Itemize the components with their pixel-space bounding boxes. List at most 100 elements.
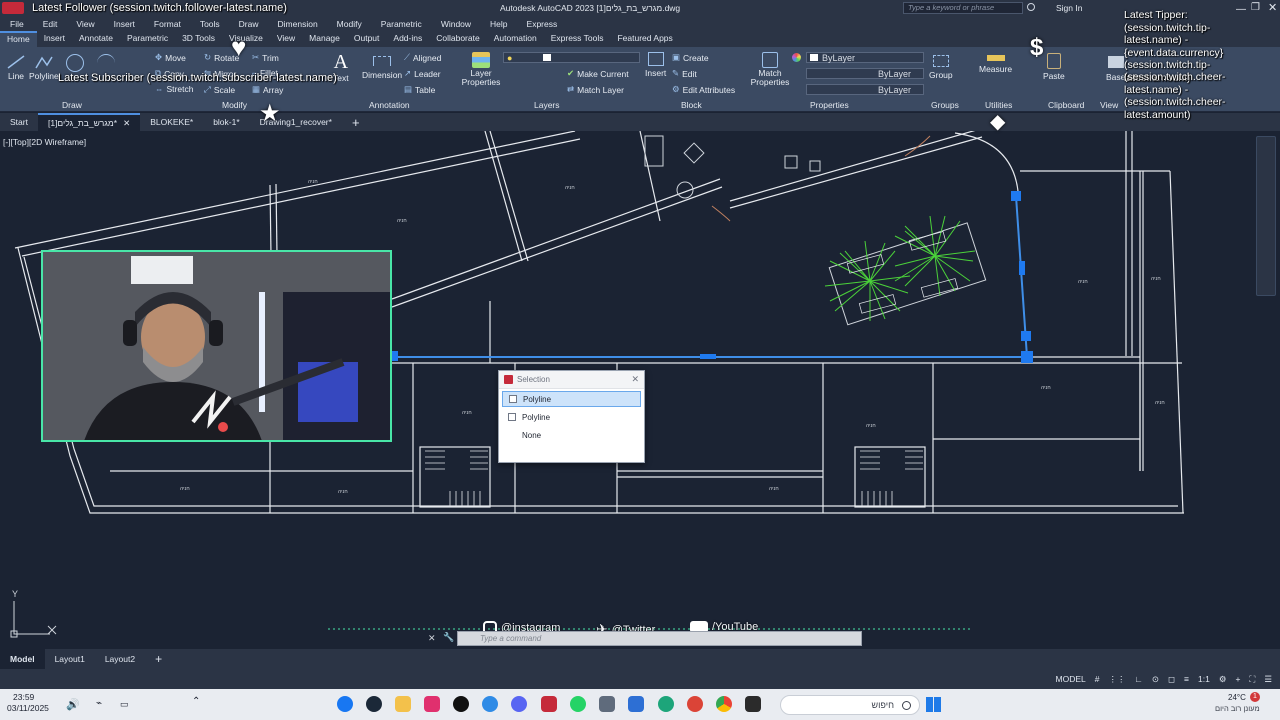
polar-icon[interactable]: ⊙ [1152,674,1159,685]
command-close-icon[interactable]: ✕ [428,633,436,644]
weather-description[interactable]: מעונן רוב היום [1215,704,1260,713]
store-icon[interactable] [628,696,644,712]
customize-icon[interactable]: ☰ [1264,674,1272,685]
sign-in-link[interactable]: Sign In [1056,3,1082,13]
clock-time[interactable]: 23:59 [13,692,34,702]
osnap-icon[interactable]: ◻ [1168,674,1175,685]
trim-button[interactable]: ✂ Trim [252,52,279,63]
stretch-button[interactable]: ⇔ Stretch [155,84,193,94]
ortho-icon[interactable]: ∟ [1135,674,1143,684]
tab-automation[interactable]: Automation [487,31,544,47]
speaker-icon[interactable]: 🔊 [66,698,80,711]
settings-gear-icon[interactable]: ⚙ [1219,674,1227,685]
selection-option-polyline-1[interactable]: Polyline [502,391,641,407]
file-explorer-icon[interactable] [395,696,411,712]
weather-temp[interactable]: 24°C [1228,693,1246,702]
tab-express-tools[interactable]: Express Tools [544,31,611,47]
make-current-button[interactable]: ✔ Make Current [567,68,629,79]
menu-parametric[interactable]: Parametric [371,19,431,29]
selection-option-polyline-2[interactable]: Polyline [502,409,641,425]
edit-block-button[interactable]: ✎ Edit [672,68,697,79]
panel-groups-title[interactable]: Groups [931,100,959,110]
facebook-icon[interactable] [337,696,353,712]
navigation-bar[interactable] [1256,136,1276,296]
fullscreen-icon[interactable]: ⛶ [1249,674,1255,685]
grid-icon[interactable]: # [1095,674,1100,684]
lineweight-dropdown[interactable]: ByLayer [806,84,924,95]
app-multicolor-icon[interactable] [687,696,703,712]
paste-button[interactable]: Paste [1043,53,1065,81]
tab-home[interactable]: Home [0,31,37,47]
menu-express[interactable]: Express [517,19,567,29]
table-button[interactable]: ▤ Table [404,84,435,95]
annotation-scale[interactable]: 1:1 [1198,674,1210,684]
array-button[interactable]: ▦ Array [252,84,283,95]
chevron-up-icon[interactable]: ⌃ [192,696,200,707]
restore-button[interactable]: ❐ [1251,2,1260,13]
aligned-button[interactable]: ⟋ Aligned [404,52,441,63]
match-properties-button[interactable]: Match Properties [751,52,789,87]
menu-draw[interactable]: Draw [229,19,268,29]
scale-button[interactable]: ⤢ Scale [204,84,235,95]
dialog-close-icon[interactable]: ✕ [631,374,639,385]
menu-edit[interactable]: Edit [33,19,67,29]
polyline-button[interactable]: Polyline [29,55,59,81]
new-tab-plus-icon[interactable]: + [342,113,370,131]
lineweight-icon[interactable]: ≡ [1184,674,1189,684]
doc-tab-blok-1[interactable]: blok-1* [203,113,249,131]
search-icon[interactable] [1027,3,1035,11]
doc-tab-current[interactable]: מגרש_בת_גלים[1]* ✕ [37,113,141,131]
app-blue-icon[interactable] [482,696,498,712]
panel-block-title[interactable]: Block [681,100,702,110]
windows-start-icon[interactable] [926,697,941,712]
model-space-toggle[interactable]: MODEL [1056,674,1086,684]
tab-layout1[interactable]: Layout1 [45,649,95,669]
terminal-icon[interactable] [745,696,761,712]
group-button[interactable]: Group [929,55,953,80]
menu-format[interactable]: Format [144,19,190,29]
insert-block-button[interactable]: Insert [645,52,666,78]
line-button[interactable]: Line [7,55,25,81]
panel-utilities-title[interactable]: Utilities [985,100,1012,110]
layer-properties-button[interactable]: Layer Properties [461,52,501,87]
menu-dimension[interactable]: Dimension [268,19,327,29]
discord-icon[interactable] [511,696,527,712]
command-wrench-icon[interactable]: 🔧 [443,632,454,643]
tab-featured-apps[interactable]: Featured Apps [610,31,679,47]
tab-annotate[interactable]: Annotate [72,31,120,47]
snap-icon[interactable]: ⋮⋮ [1109,674,1126,685]
add-layout-plus-icon[interactable]: + [145,649,172,669]
selection-dialog[interactable]: Selection ✕ Polyline Polyline None [498,370,645,463]
panel-modify-title[interactable]: Modify [222,100,247,110]
panel-view-title[interactable]: View [1100,100,1118,110]
tiktok-icon[interactable] [453,696,469,712]
color-dropdown[interactable]: ByLayer [806,52,924,63]
tab-parametric[interactable]: Parametric [120,31,175,47]
menu-help[interactable]: Help [480,19,516,29]
network-icon[interactable]: ⌁ [96,698,102,709]
menu-insert[interactable]: Insert [104,19,144,29]
tab-view[interactable]: View [270,31,302,47]
base-view-button[interactable]: Base [1106,56,1125,82]
tab-model[interactable]: Model [0,649,45,669]
close-tab-icon[interactable]: ✕ [123,118,130,129]
autocad-taskbar-icon[interactable] [541,696,557,712]
layer-dropdown[interactable] [503,52,640,63]
create-block-button[interactable]: ▣ Create [672,52,709,63]
tab-layout2[interactable]: Layout2 [95,649,145,669]
menu-tools[interactable]: Tools [190,19,229,29]
whatsapp-icon[interactable] [570,696,586,712]
app-pink-icon[interactable] [424,696,440,712]
menu-view[interactable]: View [66,19,103,29]
clock-date[interactable]: 03/11/2025 [7,703,49,713]
panel-draw-title[interactable]: Draw [62,100,82,110]
battery-icon[interactable]: ▭ [120,699,129,710]
circle-icon[interactable] [66,54,84,72]
move-button[interactable]: ✥ Move [155,52,186,63]
tab-add-ins[interactable]: Add-ins [386,31,429,47]
match-layer-button[interactable]: ⇄ Match Layer [567,84,624,95]
notification-badge[interactable]: 1 [1250,692,1260,702]
tab-3d-tools[interactable]: 3D Tools [175,31,222,47]
menu-window[interactable]: Window [431,19,480,29]
close-button[interactable]: ✕ [1268,1,1277,14]
